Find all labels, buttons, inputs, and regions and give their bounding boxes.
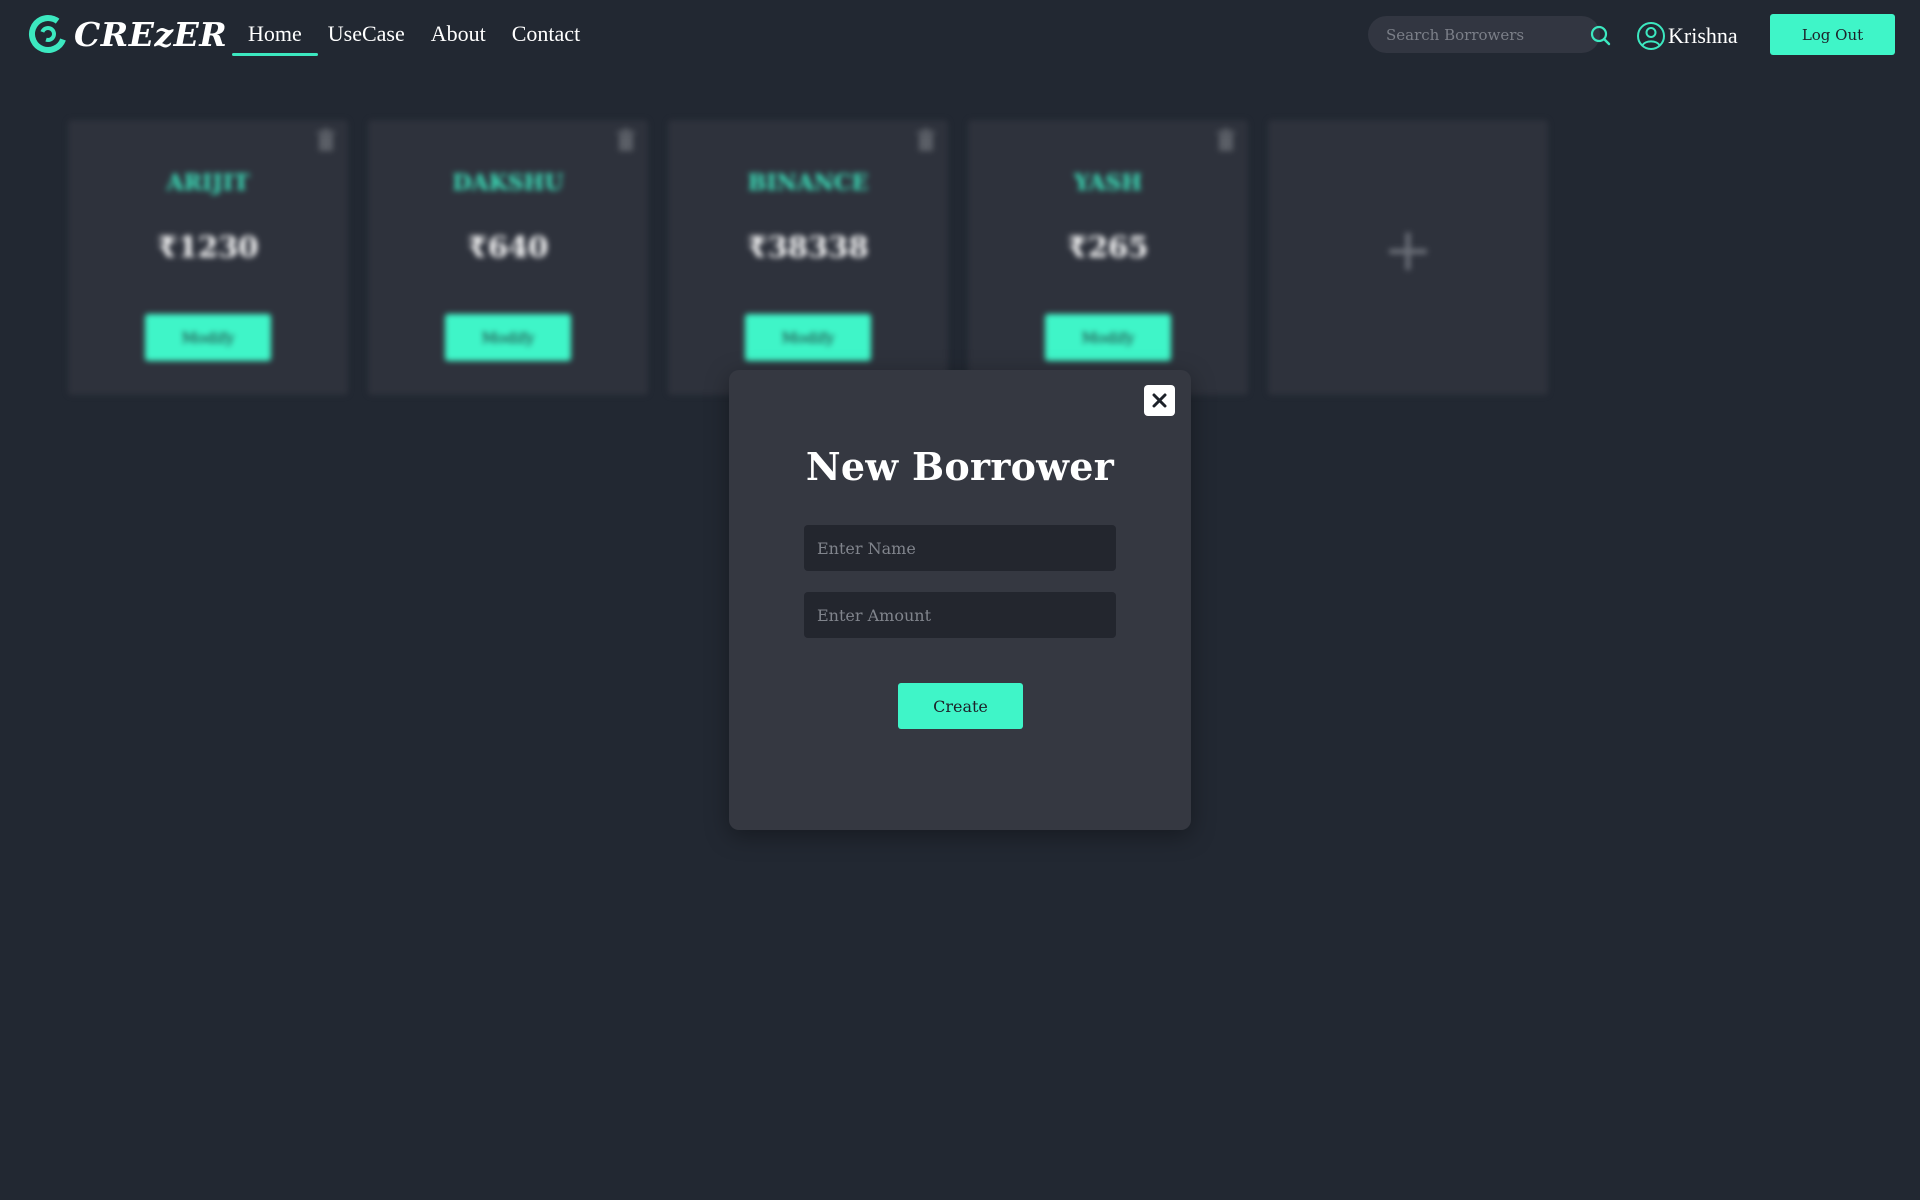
modify-button[interactable]: Modify [145, 314, 271, 361]
borrower-card: YASH ₹265 Modify [968, 120, 1248, 395]
close-icon [1152, 393, 1167, 408]
borrower-name: ARIJIT [166, 170, 250, 196]
create-button[interactable]: Create [898, 683, 1023, 729]
trash-icon[interactable] [1216, 128, 1236, 152]
new-borrower-modal: New Borrower Create [729, 370, 1191, 830]
modify-button[interactable]: Modify [445, 314, 571, 361]
trash-icon[interactable] [316, 128, 336, 152]
borrower-amount: ₹640 [467, 230, 549, 264]
trash-icon[interactable] [616, 128, 636, 152]
borrower-name: DAKSHU [452, 170, 564, 196]
trash-icon[interactable] [916, 128, 936, 152]
borrower-name: YASH [1073, 170, 1143, 196]
modify-button[interactable]: Modify [745, 314, 871, 361]
borrower-amount: ₹1230 [157, 230, 259, 264]
borrower-card: ARIJIT ₹1230 Modify [68, 120, 348, 395]
borrower-amount: ₹265 [1067, 230, 1149, 264]
modal-title: New Borrower [805, 444, 1115, 489]
plus-icon: + [1382, 215, 1434, 285]
borrower-name: BINANCE [747, 170, 869, 196]
borrower-amount: ₹38338 [747, 230, 869, 264]
borrower-card: DAKSHU ₹640 Modify [368, 120, 648, 395]
modify-button[interactable]: Modify [1045, 314, 1171, 361]
amount-input[interactable] [804, 592, 1116, 638]
borrower-cards: ARIJIT ₹1230 Modify DAKSHU ₹640 Modify B… [0, 0, 1920, 420]
close-button[interactable] [1144, 385, 1175, 416]
name-input[interactable] [804, 525, 1116, 571]
add-borrower-card[interactable]: + [1268, 120, 1548, 395]
borrower-card: BINANCE ₹38338 Modify [668, 120, 948, 395]
